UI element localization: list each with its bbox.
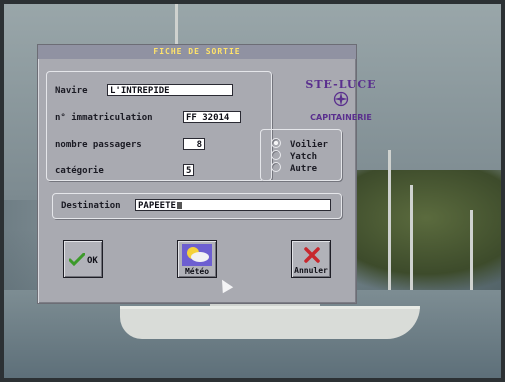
passagers-input[interactable]: 8 <box>183 138 205 150</box>
vessel-info-group: Navire L'INTREPIDE n° immatriculation FF… <box>46 71 272 181</box>
radio-button-selected[interactable] <box>271 138 281 148</box>
destination-label: Destination <box>61 201 121 211</box>
immatriculation-input[interactable]: FF 32014 <box>183 111 241 123</box>
boat-mast <box>470 210 473 300</box>
navire-label: Navire <box>55 86 88 96</box>
radio-button[interactable] <box>271 150 281 160</box>
categorie-input[interactable]: 5 <box>183 164 194 176</box>
boat-type-group: Voilier Yatch Autre <box>260 129 342 181</box>
boat-mast <box>410 185 413 305</box>
checkmark-icon <box>69 253 85 267</box>
logo-text-top: STE-LUCE <box>305 78 377 91</box>
annuler-button[interactable]: Annuler <box>291 240 331 278</box>
dialog-title: FICHE DE SORTIE <box>38 45 356 59</box>
radio-label-yatch: Yatch <box>290 152 318 162</box>
navire-input[interactable]: L'INTREPIDE <box>107 84 233 96</box>
categorie-label: catégorie <box>55 166 104 176</box>
ok-label: OK <box>87 256 98 266</box>
radio-button[interactable] <box>271 162 281 172</box>
destination-group: Destination PAPEETE <box>52 193 342 219</box>
meteo-button[interactable]: Météo <box>177 240 217 278</box>
radio-label-autre: Autre <box>290 164 318 174</box>
text-caret <box>176 202 182 209</box>
boat-hull <box>120 306 420 339</box>
departure-form-dialog: FICHE DE SORTIE Navire L'INTREPIDE n° im… <box>37 44 376 304</box>
radio-label-voilier: Voilier <box>290 140 328 150</box>
ok-button[interactable]: OK <box>63 240 103 278</box>
destination-input[interactable]: PAPEETE <box>135 199 331 211</box>
immatriculation-label: n° immatriculation <box>55 113 153 123</box>
compass-rose-icon <box>333 91 349 107</box>
annuler-label: Annuler <box>294 266 328 275</box>
meteo-label: Météo <box>184 267 210 276</box>
weather-icon <box>182 244 212 266</box>
radio-option-voilier[interactable]: Voilier <box>271 138 328 150</box>
cancel-x-icon <box>304 247 320 263</box>
radio-option-autre[interactable]: Autre <box>271 162 317 174</box>
boat-mast <box>388 150 391 300</box>
passagers-label: nombre passagers <box>55 140 142 150</box>
destination-value: PAPEETE <box>138 201 176 211</box>
radio-option-yatch[interactable]: Yatch <box>271 150 317 162</box>
logo-text-bottom: CAPITAINERIE <box>310 113 372 122</box>
